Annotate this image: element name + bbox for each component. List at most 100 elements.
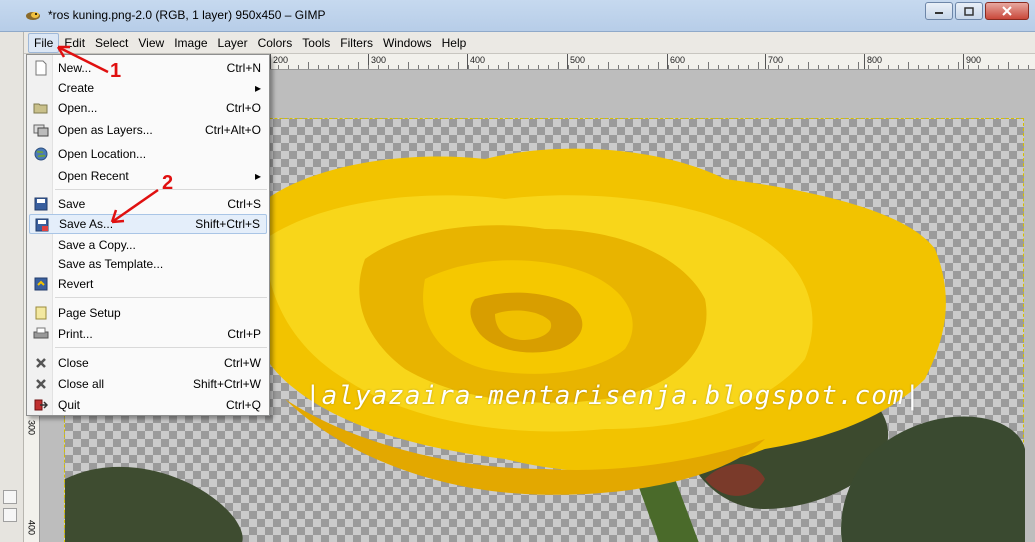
ruler-minor-tick — [328, 65, 329, 69]
close-button[interactable] — [985, 2, 1029, 20]
ruler-minor-tick — [568, 65, 569, 69]
watermark-text: |alyazaira-mentarisenja.blogspot.com| — [305, 381, 922, 411]
ruler-minor-tick — [338, 65, 339, 69]
new-document-icon — [33, 60, 49, 76]
menu-item-label: Open Recent — [58, 169, 129, 183]
ruler-minor-tick — [1008, 62, 1009, 69]
quit-icon — [33, 397, 49, 413]
ruler-label: 900 — [966, 55, 982, 65]
ruler-minor-tick — [708, 62, 709, 69]
menu-item-shortcut: Shift+Ctrl+S — [195, 217, 260, 231]
ruler-minor-tick — [408, 62, 409, 69]
menu-item-label: Save a Copy... — [58, 238, 136, 252]
menu-item-page-setup[interactable]: Page Setup — [29, 303, 267, 323]
menu-item-save[interactable]: Save Ctrl+S — [29, 194, 267, 214]
menu-item-open-recent[interactable]: Open Recent ▸ — [29, 166, 267, 186]
page-setup-icon — [33, 305, 49, 321]
scroll-down-button[interactable] — [3, 508, 17, 522]
title-bar: *ros kuning.png-2.0 (RGB, 1 layer) 950x4… — [0, 0, 1035, 32]
menu-item-save-a-copy[interactable]: Save a Copy... — [29, 235, 267, 255]
menu-item-open-location[interactable]: Open Location... — [29, 144, 267, 164]
menu-bar: File Edit Select View Image Layer Colors… — [24, 32, 1035, 54]
scroll-up-button[interactable] — [3, 490, 17, 504]
ruler-minor-tick — [678, 65, 679, 69]
menu-item-save-as-template[interactable]: Save as Template... — [29, 254, 267, 274]
ruler-minor-tick — [598, 65, 599, 69]
ruler-minor-tick — [578, 65, 579, 69]
ruler-minor-tick — [508, 62, 509, 69]
globe-icon — [33, 146, 49, 162]
minimize-button[interactable] — [925, 2, 953, 20]
ruler-minor-tick — [388, 65, 389, 69]
ruler-label: 700 — [768, 55, 784, 65]
menu-windows[interactable]: Windows — [378, 33, 437, 53]
menu-item-shortcut: Ctrl+P — [227, 327, 261, 341]
menu-item-shortcut: Ctrl+Alt+O — [204, 123, 261, 137]
maximize-button[interactable] — [955, 2, 983, 20]
ruler-minor-tick — [378, 65, 379, 69]
menu-item-open[interactable]: Open... Ctrl+O — [29, 98, 267, 118]
ruler-minor-tick — [858, 62, 859, 69]
menu-item-close[interactable]: Close Ctrl+W — [29, 353, 267, 373]
ruler-minor-tick — [298, 65, 299, 69]
menu-item-new[interactable]: New... Ctrl+N — [29, 58, 267, 78]
ruler-minor-tick — [848, 65, 849, 69]
menu-item-quit[interactable]: Quit Ctrl+Q — [29, 395, 267, 415]
menu-filters[interactable]: Filters — [335, 33, 378, 53]
ruler-minor-tick — [938, 65, 939, 69]
ruler-minor-tick — [698, 65, 699, 69]
ruler-label: 300 — [371, 55, 387, 65]
ruler-minor-tick — [288, 65, 289, 69]
menu-help[interactable]: Help — [437, 33, 472, 53]
menu-separator — [55, 297, 267, 298]
ruler-minor-tick — [548, 65, 549, 69]
ruler-minor-tick — [878, 65, 879, 69]
menu-item-revert[interactable]: Revert — [29, 274, 267, 294]
menu-item-close-all[interactable]: Close all Shift+Ctrl+W — [29, 374, 267, 394]
menu-item-shortcut: Ctrl+W — [224, 356, 261, 370]
ruler-minor-tick — [308, 62, 309, 69]
save-icon — [33, 196, 49, 212]
menu-item-label: Quit — [58, 398, 81, 412]
menu-view[interactable]: View — [133, 33, 169, 53]
menu-item-open-as-layers[interactable]: Open as Layers... Ctrl+Alt+O — [29, 120, 267, 140]
menu-item-label: Close — [58, 356, 89, 370]
ruler-minor-tick — [808, 62, 809, 69]
menu-item-label: Open... — [58, 101, 98, 115]
menu-item-label: New... — [58, 61, 92, 75]
menu-layer[interactable]: Layer — [213, 33, 253, 53]
ruler-minor-tick — [498, 65, 499, 69]
ruler-minor-tick — [558, 62, 559, 69]
menu-item-create[interactable]: Create ▸ — [29, 78, 267, 98]
gimp-wilber-icon — [26, 12, 40, 20]
ruler-minor-tick — [668, 65, 669, 69]
revert-icon — [33, 276, 49, 292]
ruler-label: 300 — [26, 420, 37, 437]
menu-item-print[interactable]: Print... Ctrl+P — [29, 324, 267, 344]
menu-select[interactable]: Select — [90, 33, 133, 53]
menu-colors[interactable]: Colors — [253, 33, 298, 53]
menu-tools[interactable]: Tools — [297, 33, 335, 53]
submenu-arrow-icon: ▸ — [254, 169, 261, 183]
menu-item-label: Create — [58, 81, 95, 95]
ruler-minor-tick — [638, 65, 639, 69]
ruler-minor-tick — [868, 65, 869, 69]
ruler-label-text: 300 — [26, 420, 37, 436]
menu-image[interactable]: Image — [169, 33, 212, 53]
ruler-label-text: 400 — [26, 520, 37, 536]
ruler-minor-tick — [758, 62, 759, 69]
menu-item-label: Page Setup — [58, 306, 121, 320]
ruler-minor-tick — [948, 65, 949, 69]
menu-edit[interactable]: Edit — [59, 33, 90, 53]
ruler-minor-tick — [998, 65, 999, 69]
menu-item-save-as[interactable]: Save As... Shift+Ctrl+S — [29, 214, 267, 234]
menu-file[interactable]: File — [28, 32, 60, 53]
ruler-label: 200 — [273, 55, 289, 65]
ruler-minor-tick — [588, 65, 589, 69]
ruler-minor-tick — [838, 65, 839, 69]
ruler-minor-tick — [958, 62, 959, 69]
menu-separator — [55, 189, 267, 190]
save-as-icon — [34, 217, 50, 233]
window-title: *ros kuning.png-2.0 (RGB, 1 layer) 950x4… — [48, 8, 326, 22]
ruler-minor-tick — [368, 65, 369, 69]
